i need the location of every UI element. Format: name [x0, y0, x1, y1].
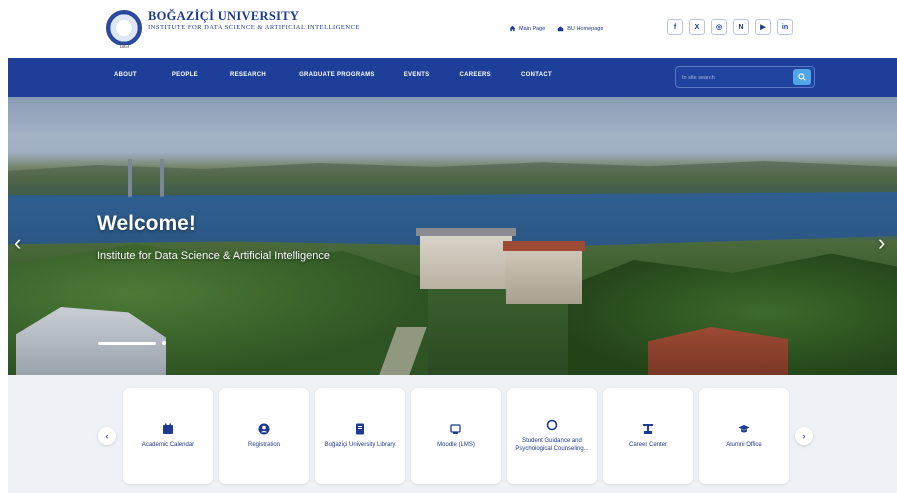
book-icon — [356, 423, 364, 435]
quick-links-cards: Academic Calendar Registration Boğaziçi … — [123, 388, 789, 484]
nsosyal-icon[interactable]: N — [733, 19, 749, 35]
quick-link-label: Academic Calendar — [141, 442, 195, 448]
facebook-icon[interactable]: f — [667, 19, 683, 35]
building-icon — [557, 26, 564, 32]
main-nav: ABOUT PEOPLE RESEARCH GRADUATE PROGRAMS … — [8, 58, 897, 97]
site-search — [675, 66, 815, 88]
hero-title: Welcome! — [97, 212, 196, 235]
slider-next-arrow-icon[interactable]: › — [878, 230, 885, 256]
quick-links-prev-icon[interactable]: ‹ — [98, 427, 116, 445]
site-header: 1863 BOĞAZİÇİ UNIVERSITY INSTITUTE FOR D… — [0, 0, 897, 58]
slider-pagination — [98, 341, 166, 345]
nav-item-careers[interactable]: CAREERS — [460, 72, 491, 78]
quick-link-academic-calendar[interactable]: Academic Calendar — [123, 388, 213, 484]
main-page-link[interactable]: Main Page — [509, 25, 545, 32]
linkedin-icon[interactable]: in — [777, 19, 793, 35]
moodle-icon — [450, 424, 461, 434]
nav-item-research[interactable]: RESEARCH — [230, 72, 266, 78]
institute-name[interactable]: INSTITUTE FOR DATA SCIENCE & ARTIFICIAL … — [148, 24, 378, 32]
main-page-label: Main Page — [519, 25, 546, 32]
university-seal-logo[interactable]: 1863 — [106, 10, 142, 50]
nav-items: ABOUT PEOPLE RESEARCH GRADUATE PROGRAMS … — [114, 72, 552, 78]
quick-link-label: Student Guidance and Psychological Couns… — [515, 438, 589, 452]
hero-subtitle: Institute for Data Science & Artificial … — [97, 250, 330, 262]
bridge-tower — [128, 159, 132, 199]
top-links: Main Page BU Homepage — [509, 25, 603, 32]
quick-link-career-center[interactable]: Career Center — [603, 388, 693, 484]
bu-homepage-label: BU Homepage — [567, 25, 604, 32]
university-name[interactable]: BOĞAZİÇİ UNIVERSITY — [148, 9, 299, 24]
graduation-cap-icon — [738, 425, 750, 433]
quick-link-alumni-office[interactable]: Alumni Office — [699, 388, 789, 484]
youtube-icon[interactable]: ▶ — [755, 19, 771, 35]
hero-hills — [8, 161, 897, 195]
instagram-icon[interactable]: ◎ — [711, 19, 727, 35]
slider-prev-arrow-icon[interactable]: ‹ — [14, 230, 21, 256]
nav-item-graduate-programs[interactable]: GRADUATE PROGRAMS — [299, 72, 375, 78]
hero-building — [416, 228, 516, 289]
quick-link-label: Career Center — [628, 442, 667, 448]
nav-item-people[interactable]: PEOPLE — [172, 72, 198, 78]
quick-links-next-icon[interactable]: › — [795, 427, 813, 445]
search-icon — [798, 73, 806, 81]
hero-building — [503, 241, 585, 304]
social-links: f X ◎ N ▶ in — [667, 19, 793, 35]
nav-item-events[interactable]: EVENTS — [404, 72, 430, 78]
quick-link-label: Moodle (LMS) — [437, 442, 475, 448]
quick-link-label: Registration — [247, 442, 280, 448]
slider-dot[interactable] — [162, 341, 166, 345]
search-input[interactable] — [682, 71, 782, 84]
bridge-tower — [160, 159, 164, 199]
user-circle-icon — [258, 423, 270, 435]
calendar-icon — [163, 423, 173, 434]
quick-link-library[interactable]: Boğaziçi University Library — [315, 388, 405, 484]
seal-year: 1863 — [118, 45, 130, 50]
x-icon[interactable]: X — [689, 19, 705, 35]
quick-link-guidance[interactable]: Student Guidance and Psychological Couns… — [507, 388, 597, 484]
quick-link-label: Alumni Office — [726, 442, 762, 448]
quick-link-registration[interactable]: Registration — [219, 388, 309, 484]
nav-item-contact[interactable]: CONTACT — [521, 72, 552, 78]
bu-homepage-link[interactable]: BU Homepage — [557, 25, 603, 32]
guidance-icon — [546, 419, 558, 431]
quick-link-moodle[interactable]: Moodle (LMS) — [411, 388, 501, 484]
career-icon — [643, 424, 653, 434]
slider-dot-active[interactable] — [98, 341, 156, 345]
search-button[interactable] — [793, 69, 811, 85]
nav-item-about[interactable]: ABOUT — [114, 72, 137, 78]
quick-link-label: Boğaziçi University Library — [324, 442, 396, 448]
home-icon — [509, 25, 516, 32]
hero-slider — [8, 97, 897, 375]
quick-links-panel: ‹ Academic Calendar Registration Boğaziç… — [8, 375, 897, 493]
